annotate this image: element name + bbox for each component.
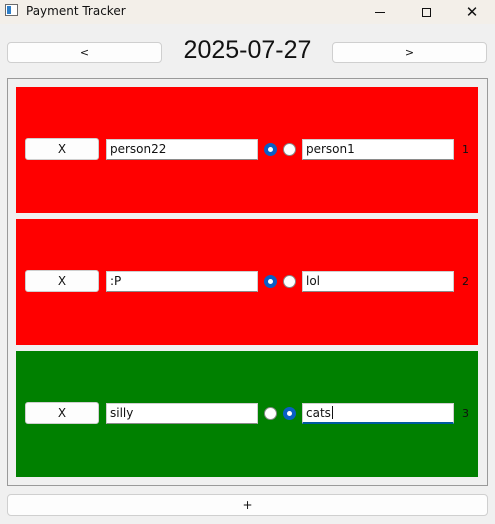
payment-row: X :P lol 2 (16, 219, 478, 345)
minimize-button[interactable] (357, 0, 403, 24)
delete-button[interactable]: X (25, 402, 99, 424)
payer-field[interactable]: :P (106, 271, 258, 292)
previous-day-button[interactable]: < (7, 42, 162, 63)
payment-row: X person22 person1 1 (16, 87, 478, 213)
close-button[interactable]: ✕ (449, 0, 495, 24)
app-icon (5, 4, 18, 16)
payee-field[interactable]: cats (302, 403, 454, 424)
payee-radio[interactable] (283, 143, 296, 156)
payee-radio[interactable] (283, 407, 296, 420)
minimize-icon (375, 11, 385, 13)
row-number: 3 (462, 407, 469, 420)
maximize-button[interactable] (403, 0, 449, 24)
add-payment-button[interactable]: + (7, 494, 488, 516)
payee-field[interactable]: lol (302, 271, 454, 292)
payer-name: silly (110, 406, 134, 420)
row-number: 2 (462, 275, 469, 288)
payer-radio[interactable] (264, 143, 277, 156)
payee-name: cats (306, 406, 331, 420)
payer-field[interactable]: silly (106, 403, 258, 424)
payment-row: X silly cats 3 (16, 351, 478, 477)
text-caret (331, 406, 333, 419)
payer-name: :P (110, 274, 122, 288)
payer-name: person22 (110, 142, 167, 156)
payee-radio[interactable] (283, 275, 296, 288)
current-date: 2025-07-27 (183, 36, 312, 64)
window-title: Payment Tracker (26, 4, 126, 18)
payee-name: lol (306, 274, 321, 288)
payer-field[interactable]: person22 (106, 139, 258, 160)
maximize-icon (421, 7, 431, 17)
row-number: 1 (462, 143, 469, 156)
payee-name: person1 (306, 142, 355, 156)
delete-button[interactable]: X (25, 270, 99, 292)
delete-button[interactable]: X (25, 138, 99, 160)
payee-field[interactable]: person1 (302, 139, 454, 160)
payer-radio[interactable] (264, 275, 277, 288)
title-bar: Payment Tracker ✕ (0, 0, 495, 24)
close-icon: ✕ (465, 2, 479, 21)
payer-radio[interactable] (264, 407, 277, 420)
next-day-button[interactable]: > (332, 42, 487, 63)
